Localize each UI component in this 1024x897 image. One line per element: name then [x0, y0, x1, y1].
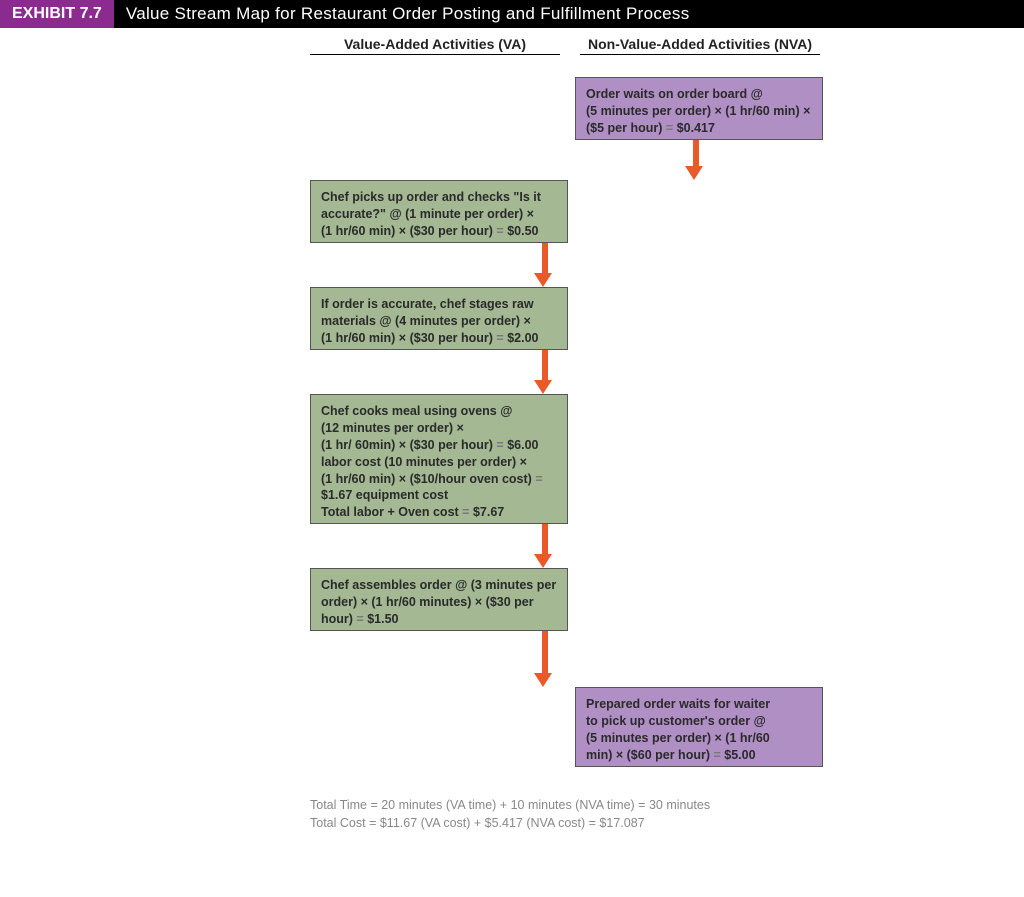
nva-box-order-waits: Order waits on order board @ (5 minutes … — [575, 77, 823, 140]
text: Total labor — [321, 505, 384, 519]
text: ($10/hour oven cost) — [410, 472, 532, 486]
flow-arrow — [540, 524, 550, 568]
text: hour) — [321, 612, 353, 626]
text: (1 hr/60 minutes) — [371, 595, 471, 609]
totals-summary: Total Time = 20 minutes (VA time) + 10 m… — [310, 797, 710, 832]
text: ($30 per hour) — [410, 224, 493, 238]
text: $1.67 equipment cost — [321, 488, 448, 502]
text: Oven cost — [398, 505, 458, 519]
va-box-assemble-order: Chef assembles order @ (3 minutes per or… — [310, 568, 568, 631]
text: Chef cooks meal using ovens @ — [321, 404, 512, 418]
total-time-label: Total Time — [310, 798, 367, 812]
text: ($30 per hour) — [410, 331, 493, 345]
text: $2.00 — [507, 331, 538, 345]
text: (5 minutes per order) — [586, 104, 711, 118]
text: min) — [586, 748, 612, 762]
exhibit-tag: EXHIBIT 7.7 — [0, 0, 114, 28]
text: (1 hr/60 — [725, 731, 769, 745]
text: Chef assembles order @ (3 minutes per — [321, 578, 556, 592]
flow-arrow — [540, 243, 550, 287]
column-header-nva: Non-Value-Added Activities (NVA) — [580, 36, 820, 55]
column-header-va: Value-Added Activities (VA) — [310, 36, 560, 55]
text: (1 hr/60 min) — [321, 331, 395, 345]
text: $1.50 — [367, 612, 398, 626]
flow-arrow — [540, 350, 550, 394]
va-box-cook-meal: Chef cooks meal using ovens @ (12 minute… — [310, 394, 568, 524]
text: (5 minutes per order) — [586, 731, 711, 745]
total-time-value: 30 minutes — [649, 798, 710, 812]
text: labor cost (10 minutes per order) — [321, 455, 516, 469]
va-box-stage-materials: If order is accurate, chef stages raw ma… — [310, 287, 568, 350]
flow-arrow — [691, 140, 701, 180]
total-cost-label: Total Cost — [310, 816, 366, 830]
text: to pick up customer's order @ — [586, 714, 766, 728]
text: $0.50 — [507, 224, 538, 238]
text: Chef picks up order and checks "Is it — [321, 190, 541, 204]
text: materials @ (4 minutes per order) — [321, 314, 520, 328]
va-box-chef-checks: Chef picks up order and checks "Is it ac… — [310, 180, 568, 243]
text: $0.417 — [677, 121, 715, 135]
text: ($5 per hour) — [586, 121, 662, 135]
text: accurate?" @ (1 minute per order) — [321, 207, 523, 221]
text: ($30 per — [486, 595, 534, 609]
text: Prepared order waits for waiter — [586, 697, 770, 711]
total-cost-value: $17.087 — [599, 816, 644, 830]
total-cost-nva: $5.417 (NVA cost) — [485, 816, 586, 830]
text: Order waits on order board @ — [586, 87, 763, 101]
text: (1 hr/60 min) — [321, 472, 395, 486]
total-time-va: 20 minutes (VA time) — [381, 798, 496, 812]
nva-box-prepared-waits: Prepared order waits for waiter to pick … — [575, 687, 823, 767]
text: (1 hr/60 min) — [725, 104, 799, 118]
text: (1 hr/60 min) — [321, 224, 395, 238]
text: order) — [321, 595, 357, 609]
text: (1 hr/ 60min) — [321, 438, 395, 452]
total-cost-va: $11.67 (VA cost) — [380, 816, 471, 830]
text: ($30 per hour) — [410, 438, 493, 452]
column-headers: Value-Added Activities (VA) Non-Value-Ad… — [0, 36, 1024, 55]
flow-arrow — [540, 631, 550, 687]
exhibit-title: Value Stream Map for Restaurant Order Po… — [114, 0, 1024, 28]
header-bar: EXHIBIT 7.7 Value Stream Map for Restaur… — [0, 0, 1024, 28]
text: $7.67 — [473, 505, 504, 519]
text: $6.00 — [507, 438, 538, 452]
text: ($60 per hour) — [627, 748, 710, 762]
text: If order is accurate, chef stages raw — [321, 297, 534, 311]
total-time-nva: 10 minutes (NVA time) — [511, 798, 635, 812]
text: (12 minutes per order) — [321, 421, 453, 435]
text: $5.00 — [724, 748, 755, 762]
